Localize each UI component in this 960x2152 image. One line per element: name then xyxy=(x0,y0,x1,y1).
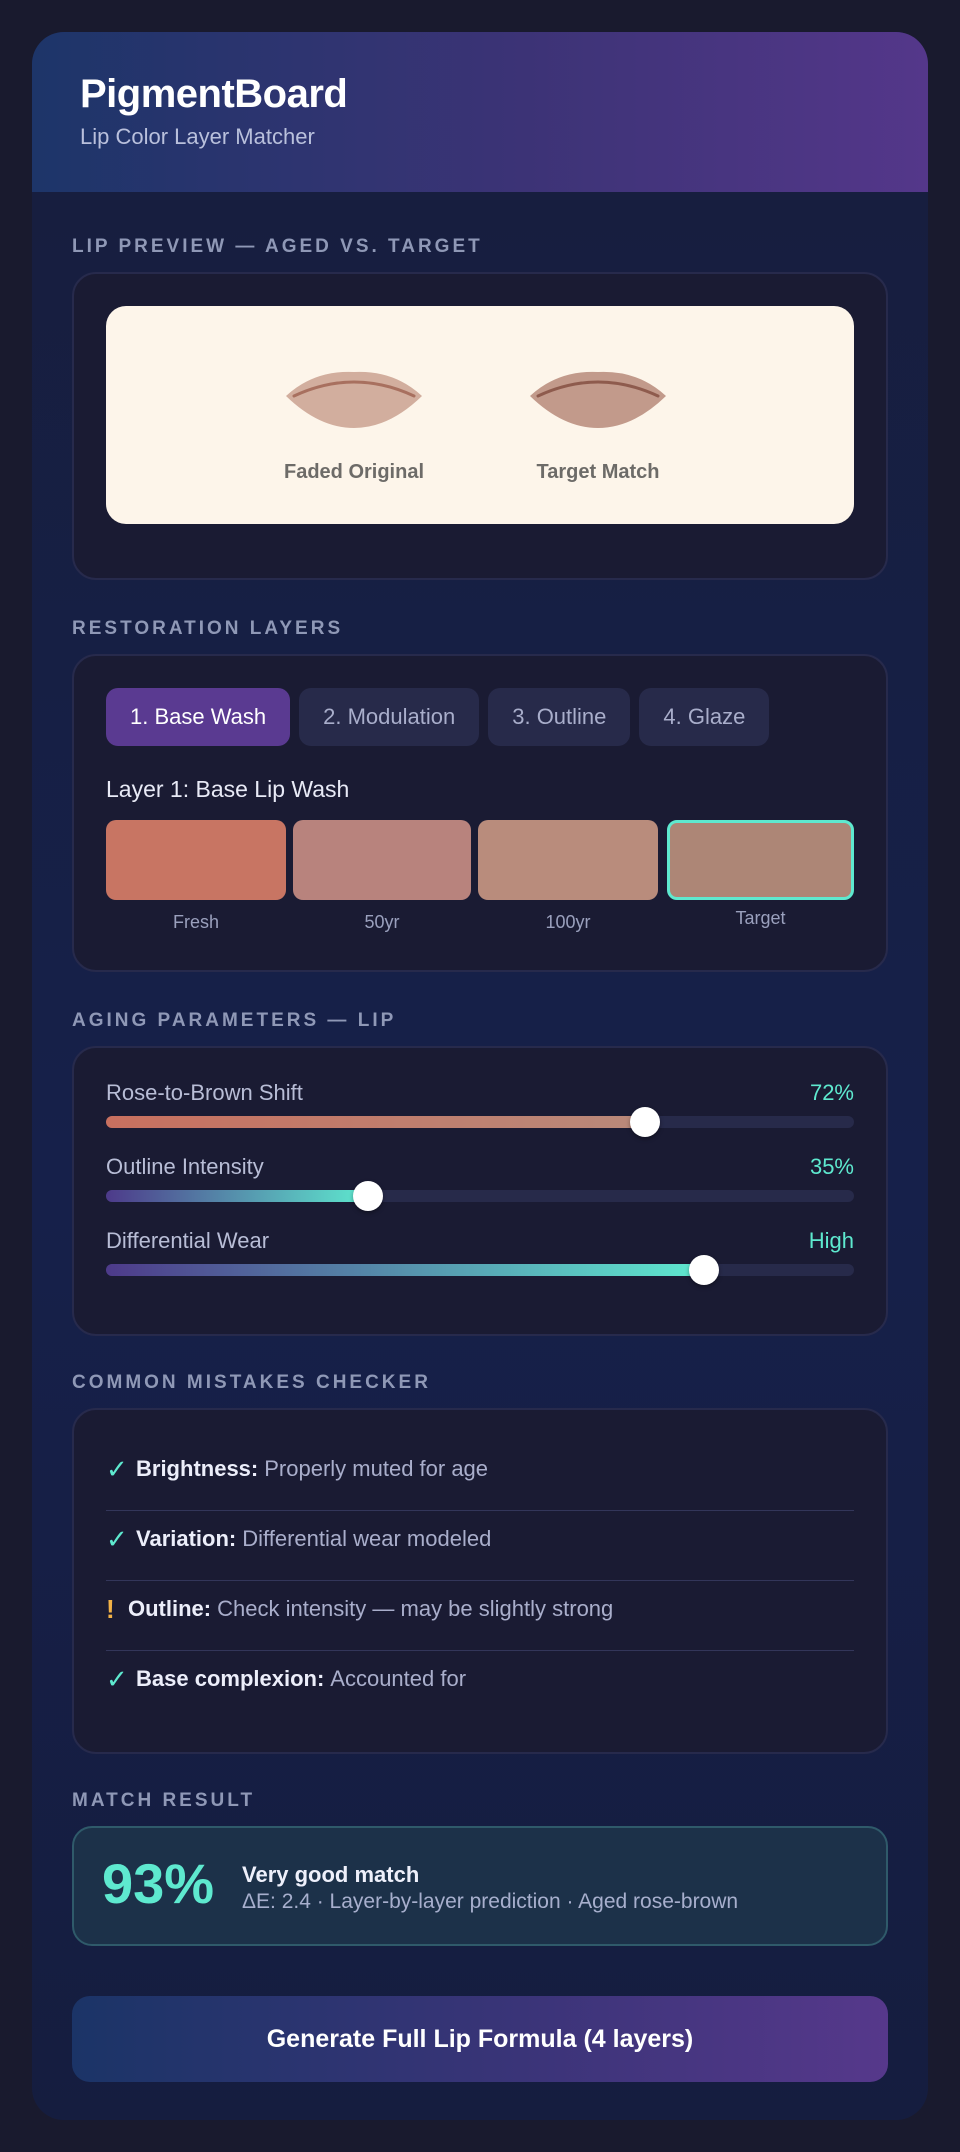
check-icon: ✓ xyxy=(106,1523,128,1554)
faded-original-lip-icon xyxy=(286,371,422,428)
checker-section: COMMON MISTAKES CHECKER ✓ Brightness: Pr… xyxy=(72,1372,888,1754)
layers-section: RESTORATION LAYERS 1. Base Wash 2. Modul… xyxy=(72,618,888,972)
check-name: Base complexion: xyxy=(136,1666,325,1691)
check-text: Properly muted for age xyxy=(264,1456,489,1481)
check-item-brightness: ✓ Brightness: Properly muted for age xyxy=(106,1434,854,1504)
check-icon: ✓ xyxy=(106,1663,128,1694)
preview-section: LIP PREVIEW — AGED VS. TARGET Faded Orig… xyxy=(72,236,888,580)
slider-track[interactable] xyxy=(106,1181,854,1211)
warning-icon: ! xyxy=(106,1593,115,1624)
slider-label: Rose-to-Brown Shift xyxy=(106,1080,303,1105)
preview-card: Faded Original Target Match xyxy=(72,272,888,580)
swatch-label-target: Target xyxy=(735,908,786,928)
slider-label: Outline Intensity xyxy=(106,1154,264,1179)
aging-section: AGING PARAMETERS — LIP Rose-to-Brown Shi… xyxy=(72,1010,888,1336)
app-header: PigmentBoard Lip Color Layer Matcher xyxy=(32,32,928,192)
slider-value: 35% xyxy=(809,1154,854,1179)
result-section-label: MATCH RESULT xyxy=(72,1790,256,1811)
result-card: 93% Very good match ΔE: 2.4 · Layer-by-l… xyxy=(72,1826,888,1946)
result-title: Very good match xyxy=(242,1862,420,1887)
check-item-base-complexion: ✓ Base complexion: Accounted for xyxy=(106,1644,854,1714)
slider-fill xyxy=(106,1116,645,1128)
checker-section-label: COMMON MISTAKES CHECKER xyxy=(72,1372,431,1393)
slider-fill xyxy=(106,1264,704,1276)
match-percent: 93% xyxy=(102,1852,215,1915)
aging-card: Rose-to-Brown Shift 72% Outline Intensit… xyxy=(72,1046,888,1336)
slider-handle[interactable] xyxy=(353,1181,383,1211)
layer-title: Layer 1: Base Lip Wash xyxy=(106,776,350,802)
slider-label: Differential Wear xyxy=(106,1228,270,1253)
tab-outline[interactable]: 3. Outline xyxy=(488,688,631,746)
slider-value: 72% xyxy=(809,1080,854,1105)
check-text: Differential wear modeled xyxy=(242,1526,492,1551)
swatch-target[interactable] xyxy=(667,820,854,900)
slider-track[interactable] xyxy=(106,1255,854,1285)
layers-section-label: RESTORATION LAYERS xyxy=(72,618,344,639)
preview-section-label: LIP PREVIEW — AGED VS. TARGET xyxy=(72,236,483,257)
generate-formula-button[interactable]: Generate Full Lip Formula (4 layers) xyxy=(72,1996,888,2082)
result-detail: ΔE: 2.4 · Layer-by-layer prediction · Ag… xyxy=(242,1890,739,1913)
slider-fill xyxy=(106,1190,368,1202)
checker-card: ✓ Brightness: Properly muted for age ✓ V… xyxy=(72,1408,888,1754)
swatch-label-50yr: 50yr xyxy=(364,912,400,932)
swatch-fresh[interactable] xyxy=(106,820,286,900)
check-item-outline: ! Outline: Check intensity — may be slig… xyxy=(106,1574,854,1644)
app-window: PigmentBoard Lip Color Layer Matcher LIP… xyxy=(32,32,928,2120)
slider-track[interactable] xyxy=(106,1107,854,1137)
check-name: Variation: xyxy=(136,1526,237,1551)
tab-glaze[interactable]: 4. Glaze xyxy=(639,688,770,746)
app-subtitle: Lip Color Layer Matcher xyxy=(80,124,315,149)
check-item-variation: ✓ Variation: Differential wear modeled xyxy=(106,1504,854,1574)
lip-preview-canvas: Faded Original Target Match xyxy=(106,306,854,524)
check-name: Outline: xyxy=(128,1596,212,1621)
check-name: Brightness: xyxy=(136,1456,259,1481)
check-icon: ✓ xyxy=(106,1453,128,1484)
check-text: Accounted for xyxy=(330,1666,467,1691)
faded-original-label: Faded Original xyxy=(283,461,425,483)
swatch-50yr[interactable] xyxy=(293,820,471,900)
target-match-label: Target Match xyxy=(536,461,660,483)
tab-modulation[interactable]: 2. Modulation xyxy=(299,688,480,746)
tab-base-wash[interactable]: 1. Base Wash xyxy=(106,688,291,746)
result-section: MATCH RESULT 93% Very good match ΔE: 2.4… xyxy=(72,1790,888,1946)
slider-handle[interactable] xyxy=(689,1255,719,1285)
swatch-label-100yr: 100yr xyxy=(545,912,591,932)
check-text: Check intensity — may be slightly strong xyxy=(217,1596,614,1621)
slider-handle[interactable] xyxy=(630,1107,660,1137)
slider-value: High xyxy=(808,1228,854,1253)
layers-card: 1. Base Wash 2. Modulation 3. Outline 4.… xyxy=(72,654,888,972)
layer-tabs: 1. Base Wash 2. Modulation 3. Outline 4.… xyxy=(106,688,770,746)
swatch-label-fresh: Fresh xyxy=(172,912,219,932)
swatch-100yr[interactable] xyxy=(478,820,658,900)
app-title: PigmentBoard xyxy=(80,72,348,116)
target-match-lip-icon xyxy=(530,371,666,428)
aging-section-label: AGING PARAMETERS — LIP xyxy=(72,1010,397,1031)
